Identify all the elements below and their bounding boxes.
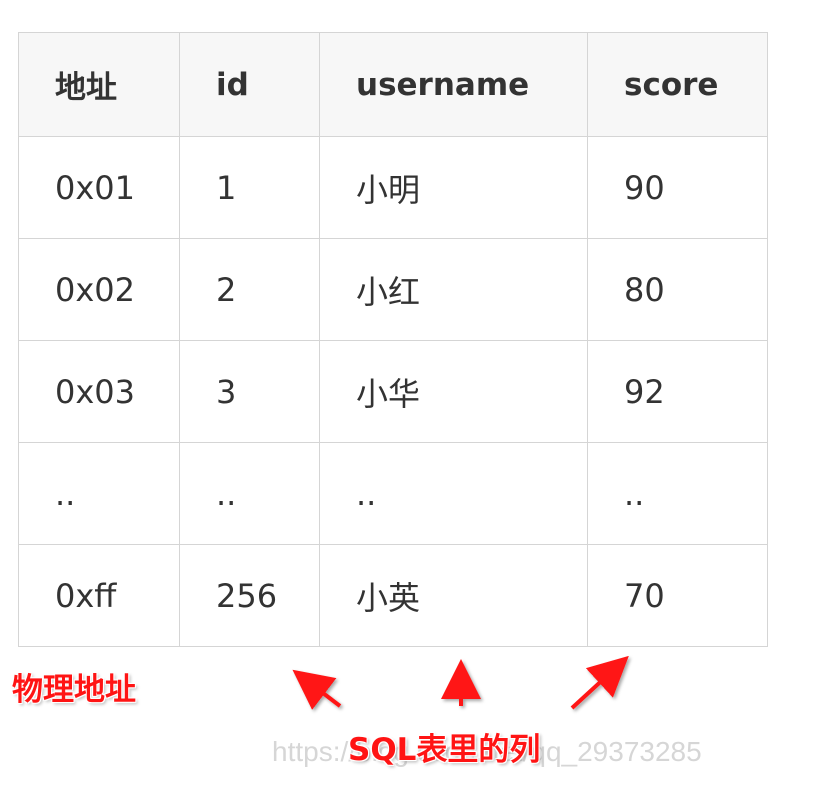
cell-address: .. — [18, 442, 180, 545]
column-header-score: score — [587, 32, 768, 137]
arrow-to-id-column — [292, 669, 342, 710]
data-table: 地址 id username score 0x01 1 小明 90 0x02 2… — [18, 32, 768, 647]
column-header-username: username — [319, 32, 588, 137]
arrow-to-score-column — [570, 655, 629, 710]
cell-score: 92 — [587, 340, 768, 443]
cell-id: 2 — [179, 238, 320, 341]
cell-username: 小红 — [319, 238, 588, 341]
column-header-id: id — [179, 32, 320, 137]
cell-username: 小英 — [319, 544, 588, 647]
cell-username: 小明 — [319, 136, 588, 239]
column-header-address: 地址 — [18, 32, 180, 137]
table-row: 0x02 2 小红 80 — [18, 238, 768, 341]
sql-columns-annotation: SQL表里的列 — [348, 732, 541, 768]
table-row: 0xff 256 小英 70 — [18, 544, 768, 647]
table-row: 0x03 3 小华 92 — [18, 340, 768, 443]
page: 地址 id username score 0x01 1 小明 90 0x02 2… — [0, 0, 821, 801]
cell-id: 3 — [179, 340, 320, 443]
cell-username: 小华 — [319, 340, 588, 443]
table-row: 0x01 1 小明 90 — [18, 136, 768, 239]
cell-address: 0x03 — [18, 340, 180, 443]
cell-score: 90 — [587, 136, 768, 239]
cell-address: 0xff — [18, 544, 180, 647]
cell-id: 256 — [179, 544, 320, 647]
cell-score: 70 — [587, 544, 768, 647]
cell-id: .. — [179, 442, 320, 545]
cell-address: 0x02 — [18, 238, 180, 341]
cell-address: 0x01 — [18, 136, 180, 239]
cell-id: 1 — [179, 136, 320, 239]
cell-score: .. — [587, 442, 768, 545]
cell-score: 80 — [587, 238, 768, 341]
table-header-row: 地址 id username score — [18, 32, 768, 137]
table-row: .. .. .. .. — [18, 442, 768, 545]
physical-address-annotation: 物理地址 — [12, 672, 136, 708]
cell-username: .. — [319, 442, 588, 545]
